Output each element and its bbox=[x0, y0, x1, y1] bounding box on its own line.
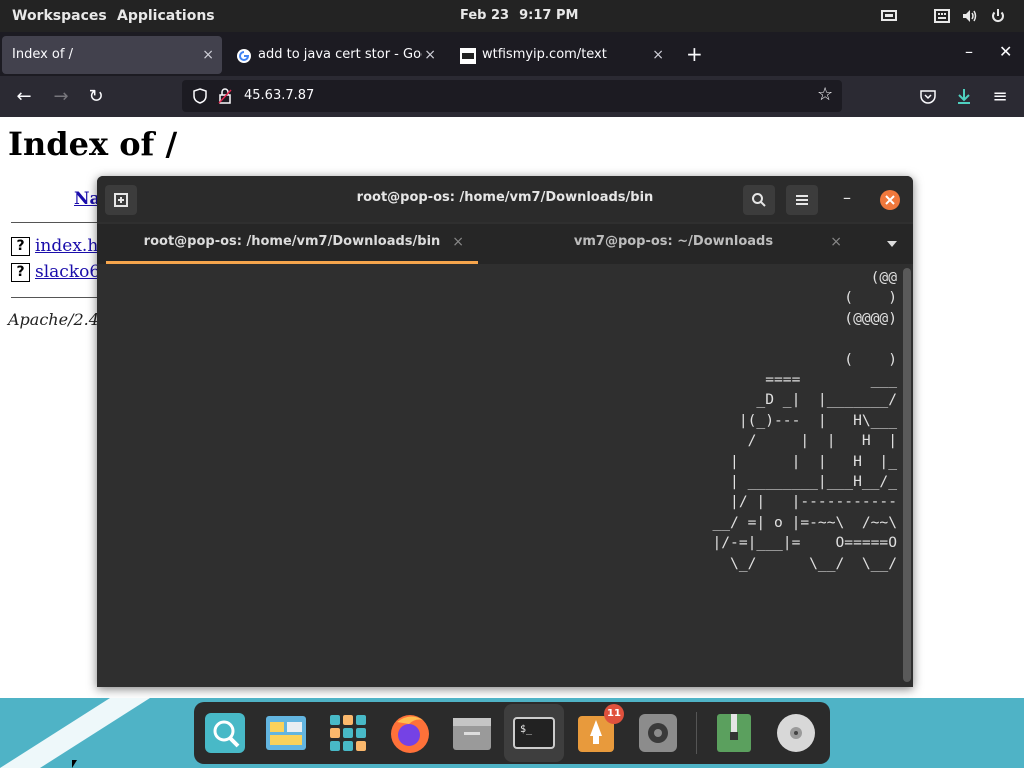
clock[interactable]: Feb 23 9:17 PM bbox=[460, 0, 588, 32]
lock-icon[interactable] bbox=[218, 88, 232, 104]
minimize-icon[interactable]: – bbox=[843, 188, 851, 207]
terminal-app-icon[interactable]: $_ bbox=[511, 710, 557, 756]
notification-badge: 11 bbox=[604, 704, 624, 724]
search-icon[interactable] bbox=[743, 185, 775, 215]
browser-tab-index[interactable]: Index of / × bbox=[2, 36, 222, 74]
file-link[interactable]: slacko6 bbox=[35, 262, 100, 282]
file-manager-icon[interactable] bbox=[449, 710, 495, 756]
disc-icon[interactable] bbox=[773, 710, 819, 756]
running-indicator bbox=[471, 758, 478, 762]
firefox-icon[interactable] bbox=[387, 710, 433, 756]
terminal-header[interactable]: root@pop-os: /home/vm7/Downloads/bin – bbox=[97, 176, 913, 222]
display-icon[interactable] bbox=[881, 8, 897, 24]
applications-button[interactable]: Applications bbox=[117, 0, 215, 32]
tab-label: add to java cert stor - Goog bbox=[258, 47, 422, 62]
forward-icon[interactable]: → bbox=[48, 84, 74, 110]
terminal-tab-bar: root@pop-os: /home/vm7/Downloads/bin × v… bbox=[97, 224, 913, 264]
bookmark-star-icon[interactable]: ☆ bbox=[817, 84, 833, 105]
url-bar[interactable]: 45.63.7.87 ☆ bbox=[182, 80, 842, 112]
browser-tab-google[interactable]: add to java cert stor - Goog × bbox=[228, 36, 444, 74]
search-app-icon[interactable] bbox=[202, 710, 248, 756]
clock-time: 9:17 PM bbox=[519, 8, 579, 23]
tab-close-icon[interactable]: × bbox=[202, 36, 214, 74]
unknown-file-icon: ? bbox=[11, 237, 30, 256]
files-app-icon[interactable] bbox=[263, 710, 309, 756]
wallpaper-stripe bbox=[0, 698, 150, 768]
running-indicator bbox=[657, 758, 664, 762]
clock-date: Feb 23 bbox=[460, 8, 510, 23]
chevron-down-icon[interactable] bbox=[886, 240, 898, 248]
url-text: 45.63.7.87 bbox=[244, 88, 315, 103]
back-icon[interactable]: ← bbox=[11, 84, 37, 110]
tab-label: Index of / bbox=[12, 47, 73, 62]
running-indicator bbox=[729, 758, 743, 762]
running-indicator bbox=[529, 758, 543, 762]
divider bbox=[11, 222, 111, 223]
archive-manager-icon[interactable] bbox=[711, 710, 757, 756]
file-link[interactable]: index.ht bbox=[35, 236, 105, 256]
terminal-tab-root[interactable]: root@pop-os: /home/vm7/Downloads/bin × bbox=[106, 224, 478, 264]
terminal-window[interactable]: root@pop-os: /home/vm7/Downloads/bin – r… bbox=[97, 176, 913, 687]
terminal-tab-vm7[interactable]: vm7@pop-os: ~/Downloads × bbox=[487, 224, 860, 264]
app-grid-icon[interactable] bbox=[325, 710, 371, 756]
wtf-icon bbox=[460, 48, 476, 64]
page-title: Index of / bbox=[8, 125, 178, 163]
power-icon[interactable] bbox=[990, 8, 1006, 24]
close-icon[interactable]: ✕ bbox=[999, 42, 1012, 61]
pocket-icon[interactable] bbox=[919, 88, 937, 106]
close-icon[interactable] bbox=[879, 189, 901, 211]
scrollbar[interactable] bbox=[903, 268, 911, 682]
server-signature: Apache/2.4 bbox=[8, 310, 99, 329]
menu-icon[interactable]: ≡ bbox=[987, 84, 1013, 110]
download-icon[interactable] bbox=[955, 87, 973, 105]
tab-close-icon[interactable]: × bbox=[830, 224, 842, 260]
sl-train-ascii-art: (@@ ( ) (@@@@) ( ) ==== ___ _D _| |_____… bbox=[712, 269, 897, 572]
dock: $_ 11 bbox=[194, 702, 830, 764]
tab-close-icon[interactable]: × bbox=[652, 36, 664, 74]
running-indicator bbox=[405, 758, 419, 762]
unknown-file-icon: ? bbox=[11, 263, 30, 282]
dock-separator bbox=[696, 712, 697, 754]
volume-icon[interactable] bbox=[962, 8, 978, 24]
minimize-icon[interactable]: – bbox=[965, 42, 973, 61]
tab-label: wtfismyip.com/text bbox=[482, 47, 607, 62]
divider bbox=[11, 297, 111, 298]
reload-icon[interactable]: ↻ bbox=[83, 84, 109, 110]
tab-close-icon[interactable]: × bbox=[424, 36, 436, 74]
hamburger-menu-icon[interactable] bbox=[786, 185, 818, 215]
terminal-output[interactable]: (@@ ( ) (@@@@) ( ) ==== ___ _D _| |_____… bbox=[97, 264, 903, 687]
workspaces-button[interactable]: Workspaces bbox=[12, 0, 107, 32]
navigation-bar: ← → ↻ 45.63.7.87 ☆ ≡ bbox=[0, 76, 1024, 117]
settings-icon[interactable] bbox=[635, 710, 681, 756]
tab-close-icon[interactable]: × bbox=[452, 224, 464, 260]
top-bar: Workspaces Applications Feb 23 9:17 PM bbox=[0, 0, 1024, 32]
keyboard-icon[interactable] bbox=[934, 8, 950, 24]
terminal-tab-label: root@pop-os: /home/vm7/Downloads/bin bbox=[143, 234, 441, 249]
browser-tab-wtfismyip[interactable]: wtfismyip.com/text × bbox=[452, 36, 672, 74]
browser-tab-bar: Index of / × add to java cert stor - Goo… bbox=[0, 32, 1024, 76]
terminal-tab-label: vm7@pop-os: ~/Downloads bbox=[573, 234, 774, 249]
new-tab-button[interactable]: + bbox=[686, 42, 703, 66]
svg-text:$_: $_ bbox=[520, 724, 533, 735]
shield-icon[interactable] bbox=[192, 88, 208, 104]
google-icon bbox=[237, 49, 251, 63]
mouse-cursor bbox=[72, 760, 82, 768]
